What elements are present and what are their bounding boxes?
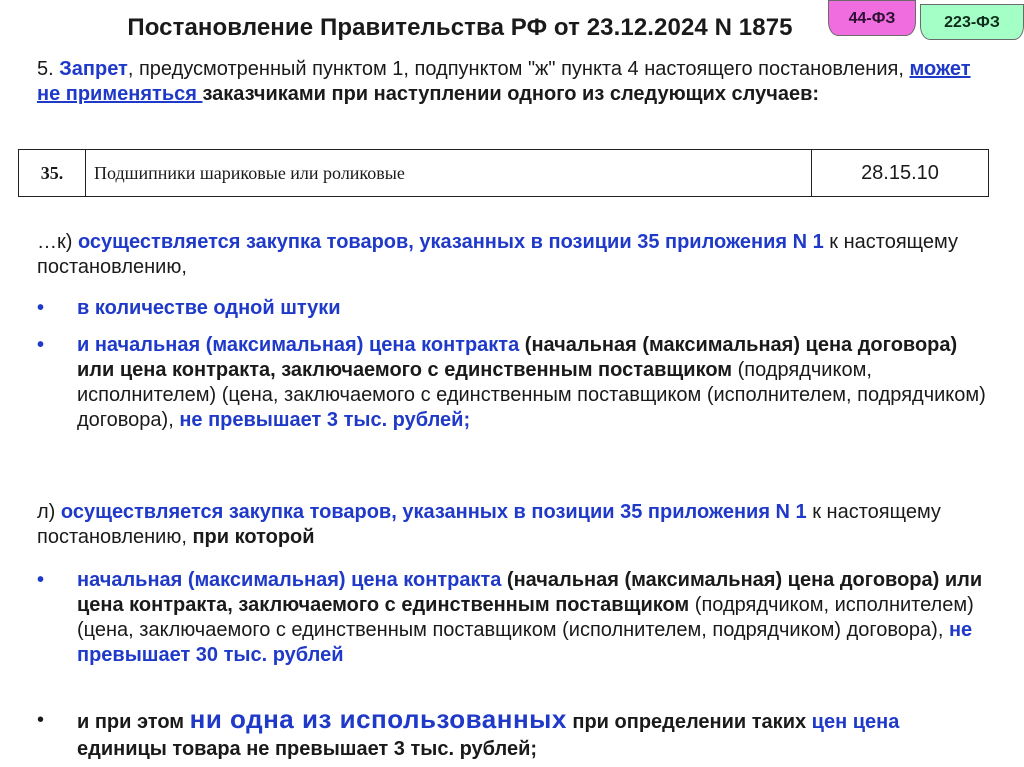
bullet-marker: • — [37, 297, 45, 319]
position-number: 35. — [18, 149, 86, 197]
unit-price-limit: единицы товара не превышает 3 тыс. рубле… — [77, 738, 538, 760]
law-tag-223fz: 223-ФЗ — [920, 4, 1024, 40]
and-text: и при этом — [77, 711, 190, 733]
clause-l: л) осуществляется закупка товаров, указа… — [37, 500, 977, 550]
price-label: начальная (максимальная) цена контракта — [77, 569, 502, 591]
clause-l-bullet-1: начальная (максимальная) цена контракта … — [77, 568, 987, 668]
intro-text: , предусмотренный пунктом 1, подпунктом … — [127, 58, 910, 80]
table-row: 35. Подшипники шариковые или роликовые 2… — [18, 149, 989, 197]
clause-k: …к) осуществляется закупка товаров, указ… — [37, 230, 977, 280]
price-label: и начальная (максимальная) цена контракт… — [77, 334, 520, 356]
price-limit: не превышает 3 тыс. рублей; — [179, 409, 471, 431]
intro-text-bold: заказчиками при наступлении одного из сл… — [202, 83, 820, 105]
bullet-marker: • — [37, 569, 45, 591]
page-title: Постановление Правительства РФ от 23.12.… — [127, 14, 793, 41]
clause-l-rest-bold: при которой — [192, 526, 315, 548]
okpd-code: 28.15.10 — [811, 149, 989, 197]
intro-paragraph: 5. Запрет, предусмотренный пунктом 1, по… — [37, 57, 977, 107]
goods-table: 35. Подшипники шариковые или роликовые 2… — [18, 149, 989, 197]
determination-text: при определении таких — [566, 711, 812, 733]
clause-l-lead: л) — [37, 501, 61, 523]
clause-k-lead: …к) — [37, 231, 78, 253]
clause-l-bullet-2: и при этом ни одна из использованных при… — [77, 706, 987, 763]
bullet-marker: • — [37, 334, 45, 356]
law-tag-44fz: 44-ФЗ — [828, 0, 916, 36]
clause-k-bullet-2: и начальная (максимальная) цена контракт… — [77, 333, 987, 433]
clause-k-condition: осуществляется закупка товаров, указанны… — [77, 231, 824, 253]
bullet-marker: • — [37, 709, 45, 731]
clause-l-condition: осуществляется закупка товаров, указанны… — [60, 501, 807, 523]
none-used-emphasis: ни одна из использованных — [189, 704, 567, 734]
clause-number: 5. — [37, 58, 60, 80]
clause-k-bullet-1: в количестве одной штуки — [77, 297, 341, 319]
prices-text: цен цена — [811, 711, 900, 733]
ban-word: Запрет — [59, 58, 128, 80]
goods-name: Подшипники шариковые или роликовые — [85, 149, 812, 197]
